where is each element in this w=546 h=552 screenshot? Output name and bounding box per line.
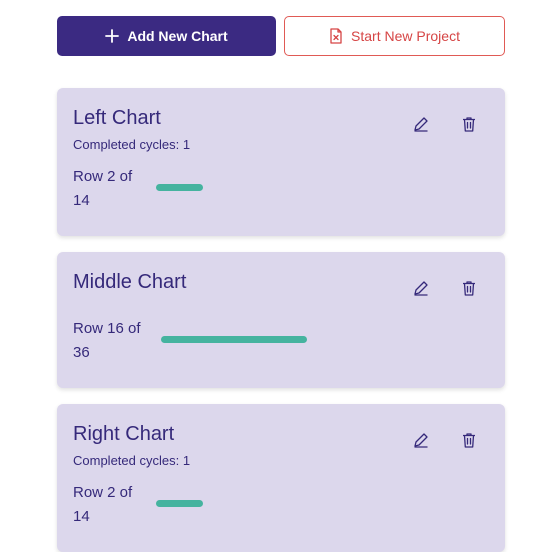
chart-card-left: Left Chart Completed cycles: 1 Row 2 of … — [57, 88, 505, 236]
start-new-project-label: Start New Project — [351, 28, 460, 44]
progress-bar-fill — [156, 184, 204, 191]
completed-cycles: Completed cycles: 1 — [73, 137, 191, 152]
progress-bar-fill — [161, 336, 307, 343]
row-progress-text: Row 2 of 14 — [73, 484, 133, 525]
trash-icon — [463, 117, 475, 132]
progress-bar — [161, 336, 489, 343]
add-new-chart-label: Add New Chart — [127, 28, 228, 44]
chart-card-right: Right Chart Completed cycles: 1 Row 2 of… — [57, 404, 505, 552]
row-progress-text: Row 2 of 14 — [73, 168, 133, 209]
completed-cycles: Completed cycles: 1 — [73, 453, 191, 468]
delete-button[interactable] — [457, 276, 481, 300]
row-progress-text: Row 16 of 36 — [73, 320, 141, 361]
pencil-icon — [414, 117, 428, 132]
trash-icon — [463, 281, 475, 296]
delete-button[interactable] — [457, 428, 481, 452]
edit-button[interactable] — [409, 276, 433, 300]
progress-bar — [156, 500, 485, 507]
chart-title: Left Chart — [73, 107, 161, 129]
plus-icon — [105, 29, 120, 43]
trash-icon — [463, 433, 475, 448]
progress-bar — [156, 184, 485, 191]
edit-button[interactable] — [409, 428, 433, 452]
add-new-chart-button[interactable]: Add New Chart — [57, 16, 276, 56]
chart-title: Right Chart — [73, 423, 175, 445]
pencil-icon — [414, 281, 428, 296]
chart-card-middle: Middle Chart Row 16 of 36 — [57, 252, 505, 388]
progress-bar-fill — [156, 500, 204, 507]
file-x-icon — [329, 28, 343, 44]
toolbar: Add New Chart Start New Project — [57, 16, 505, 56]
delete-button[interactable] — [457, 112, 481, 136]
pencil-icon — [414, 433, 428, 448]
chart-title: Middle Chart — [73, 271, 187, 293]
edit-button[interactable] — [409, 112, 433, 136]
start-new-project-button[interactable]: Start New Project — [284, 16, 505, 56]
